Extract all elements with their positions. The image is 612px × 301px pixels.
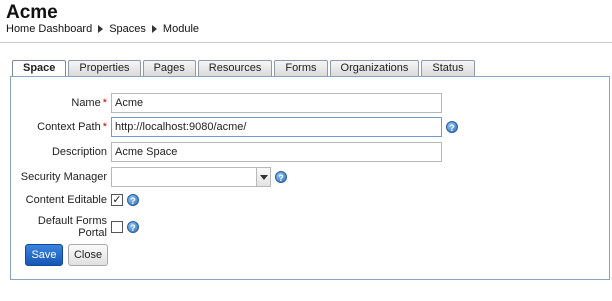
default-forms-portal-checkbox[interactable] <box>111 221 123 233</box>
security-manager-label: Security Manager <box>20 171 107 183</box>
tab-forms[interactable]: Forms <box>274 60 328 76</box>
chevron-down-icon <box>259 174 268 180</box>
tab-space[interactable]: Space <box>12 60 67 77</box>
description-row: Description Acme Space <box>11 142 442 162</box>
dropdown-button[interactable] <box>256 168 270 186</box>
content-editable-label: Content Editable <box>25 194 107 206</box>
tab-resources[interactable]: Resources <box>197 60 273 76</box>
space-form-panel: Name * Acme Context Path * http://localhos… <box>10 76 610 280</box>
content-editable-checkbox[interactable]: ✓ <box>111 194 123 206</box>
name-input[interactable]: Acme <box>111 93 442 113</box>
breadcrumb-spaces[interactable]: Spaces <box>109 23 146 35</box>
breadcrumb: Home Dashboard Spaces Module <box>6 23 199 35</box>
description-label: Description <box>51 146 107 158</box>
content-editable-row: Content Editable ✓ ? <box>11 194 139 206</box>
name-row: Name * Acme <box>11 93 442 113</box>
required-mark: * <box>102 121 107 133</box>
tab-status[interactable]: Status <box>421 60 475 76</box>
context-path-row: Context Path * http://localhost:9080/acme… <box>11 117 458 137</box>
header-divider <box>0 42 612 43</box>
breadcrumb-module: Module <box>162 23 199 35</box>
tab-properties[interactable]: Properties <box>68 60 141 76</box>
breadcrumb-home-dashboard[interactable]: Home Dashboard <box>6 23 92 35</box>
description-input[interactable]: Acme Space <box>111 142 442 162</box>
default-forms-portal-label: Default Forms Portal <box>37 215 107 239</box>
context-path-input[interactable]: http://localhost:9080/acme/ <box>111 117 442 137</box>
close-button[interactable]: Close <box>68 244 108 266</box>
security-manager-select[interactable] <box>111 167 271 187</box>
tab-organizations[interactable]: Organizations <box>329 60 420 76</box>
help-icon[interactable]: ? <box>127 221 139 233</box>
required-mark: * <box>102 97 107 109</box>
context-path-label: Context Path * <box>37 121 107 133</box>
breadcrumb-separator-icon <box>98 25 104 33</box>
default-forms-portal-row: Default Forms Portal ? <box>11 215 139 239</box>
name-label: Name * <box>71 97 107 109</box>
security-manager-row: Security Manager ? <box>11 167 287 187</box>
page-title: Acme <box>6 2 58 23</box>
help-icon[interactable]: ? <box>127 194 139 206</box>
tab-pages[interactable]: Pages <box>142 60 196 76</box>
tab-bar: Space Properties Pages Resources Forms O… <box>12 60 475 77</box>
breadcrumb-separator-icon <box>151 25 157 33</box>
save-button[interactable]: Save <box>25 244 63 266</box>
help-icon[interactable]: ? <box>446 121 458 133</box>
help-icon[interactable]: ? <box>275 171 287 183</box>
